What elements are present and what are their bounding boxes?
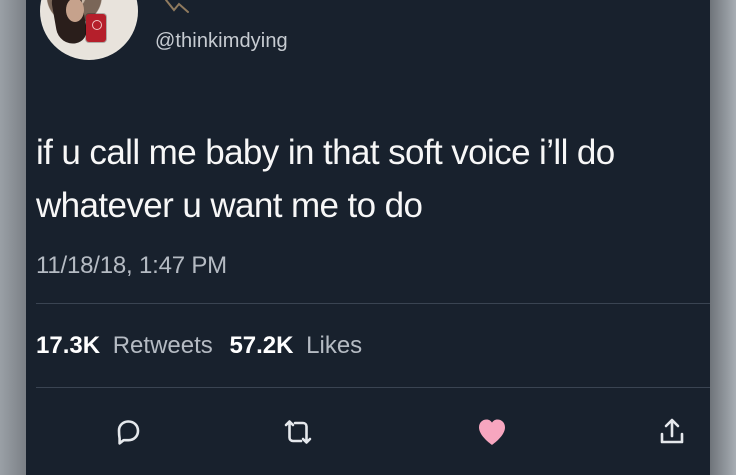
retweet-icon [284,420,312,444]
retweets-count: 17.3K [36,332,101,359]
retweet-button[interactable] [278,412,318,452]
retweets-stat[interactable]: 17.3K Retweets [36,332,219,359]
likes-stat[interactable]: 57.2K Likes [229,332,362,359]
decorative-corner-icon [165,0,189,13]
share-button[interactable] [652,412,692,452]
likes-label: Likes [306,332,363,359]
actions-top-divider [36,387,710,388]
reply-button[interactable] [108,412,148,452]
avatar-phone [86,14,106,42]
stats-top-divider [36,303,710,304]
tweet-card: @thinkimdying if u call me baby in that … [26,0,710,475]
tweet-timestamp: 11/18/18, 1:47 PM [36,252,227,279]
retweets-label: Retweets [112,332,213,359]
like-button[interactable] [472,412,512,452]
screenshot-frame: @thinkimdying if u call me baby in that … [0,0,736,475]
avatar[interactable] [40,0,138,60]
tweet-stats: 17.3K Retweets 57.2K Likes [36,332,372,360]
reply-icon [117,420,140,445]
tweet-text: if u call me baby in that soft voice i’l… [36,133,615,225]
likes-count: 57.2K [229,332,294,359]
tweet-handle[interactable]: @thinkimdying [155,29,288,53]
heart-icon [479,419,505,445]
share-icon [660,418,684,444]
